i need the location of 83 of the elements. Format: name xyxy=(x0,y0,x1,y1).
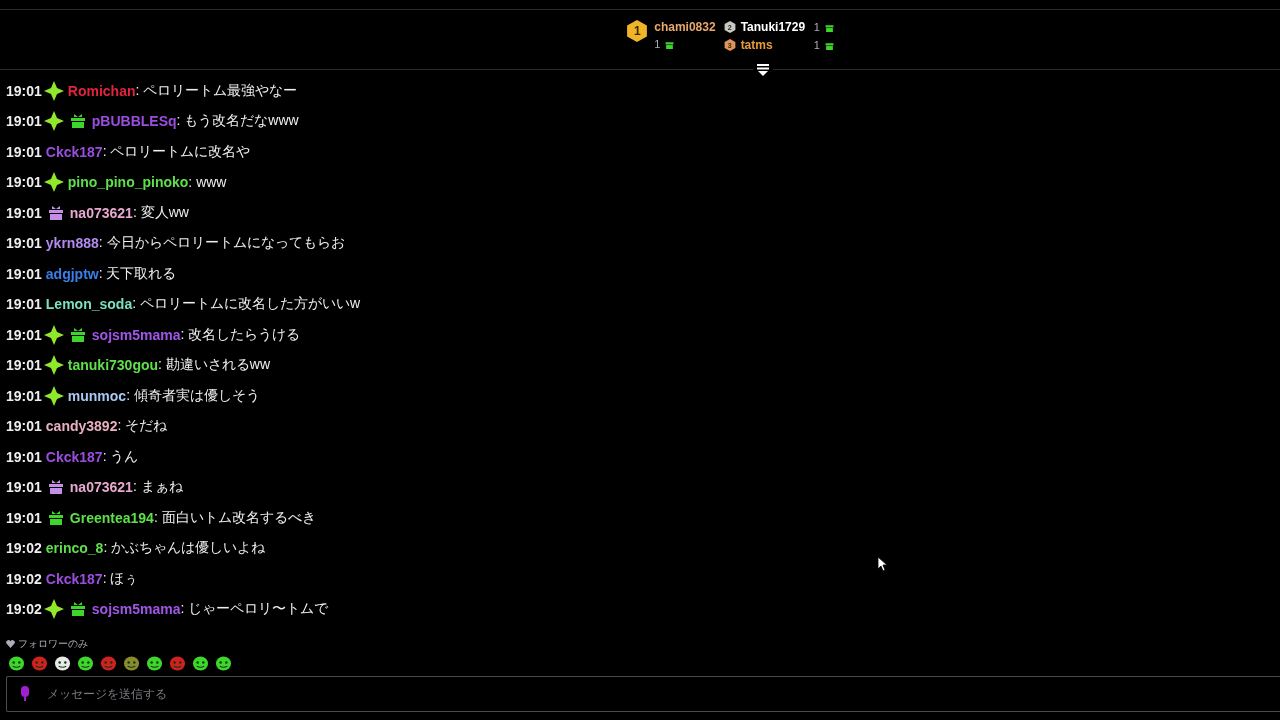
message-time: 19:01 xyxy=(6,204,42,221)
sparkle-badge-icon xyxy=(43,111,64,132)
sparkle-badge-icon xyxy=(43,385,64,406)
message-text: : ペロリートムに改名した方がいいw xyxy=(132,295,361,314)
message-text: : www xyxy=(188,174,227,191)
sparkle-badge-icon xyxy=(43,80,64,101)
username[interactable]: adgjptw xyxy=(45,265,99,282)
message-text: : 傾奇者実は優しそう xyxy=(126,386,260,405)
gift-count: 1 xyxy=(813,21,820,33)
message-time: 19:01 xyxy=(6,265,42,282)
leaderboard-name: Tanuki1729 xyxy=(740,20,807,34)
gift-count: 1 xyxy=(813,39,820,51)
username[interactable]: sojsm5mama xyxy=(91,601,181,618)
message-text: : うん xyxy=(102,447,139,466)
message-text: : 勘違いされるww xyxy=(158,356,271,375)
message-text: : 改名したらうける xyxy=(180,325,301,342)
username[interactable]: Greentea194 xyxy=(69,509,154,526)
gift-count: 1 xyxy=(654,38,661,50)
message-time: 19:01 xyxy=(6,326,42,343)
heart-icon xyxy=(6,640,15,648)
emote-icon[interactable] xyxy=(192,655,209,672)
message-time: 19:01 xyxy=(6,509,42,526)
gift-badge-icon xyxy=(69,601,86,618)
message-text: : ペロリートムに改名や xyxy=(102,142,251,161)
username[interactable]: Ckck187 xyxy=(45,448,103,465)
message-text: : 天下取れる xyxy=(98,264,177,281)
username[interactable]: Ckck187 xyxy=(45,143,103,160)
gift-icon xyxy=(824,40,834,50)
gift-icon xyxy=(665,39,675,49)
username[interactable]: ykrn888 xyxy=(45,235,99,252)
username[interactable]: na073621 xyxy=(69,479,133,496)
gift-badge-icon xyxy=(69,326,86,343)
gift-badge-icon xyxy=(69,113,86,130)
message-time: 19:01 xyxy=(6,357,42,374)
username[interactable]: Ckck187 xyxy=(45,570,103,587)
message-text: : まぁね xyxy=(132,478,183,497)
message-text: : もう改名だなwww xyxy=(176,112,299,131)
emote-icon[interactable] xyxy=(8,655,25,672)
leaderboard-name: chami0832 xyxy=(654,20,716,34)
message-time: 19:01 xyxy=(6,235,42,252)
emote-icon[interactable] xyxy=(146,655,163,672)
sparkle-badge-icon xyxy=(43,324,64,345)
username[interactable]: na073621 xyxy=(69,204,133,221)
gift-badge-icon xyxy=(47,204,64,221)
message-text: : ペロリートム最強やなー xyxy=(135,81,298,100)
emote-icon[interactable] xyxy=(77,655,94,672)
username[interactable]: tanuki730gou xyxy=(67,357,159,374)
message-text: : じゃーペロリ〜トムで xyxy=(180,600,329,619)
cursor-icon xyxy=(878,557,888,572)
gift-badge-icon xyxy=(47,479,64,496)
username[interactable]: pBUBBLESq xyxy=(91,113,177,130)
sparkle-badge-icon xyxy=(43,172,64,193)
message-time: 19:01 xyxy=(6,479,42,496)
message-text: : そだね xyxy=(117,417,168,436)
message-text: : かぶちゃんは優しいよね xyxy=(103,539,266,558)
message-time: 19:02 xyxy=(6,570,42,587)
emote-icon[interactable] xyxy=(215,655,232,672)
message-text: : ほぅ xyxy=(102,569,139,588)
sparkle-badge-icon xyxy=(43,355,64,376)
sparkle-badge-icon xyxy=(43,599,64,620)
message-time: 19:01 xyxy=(6,174,42,191)
rank-number: 1 xyxy=(633,24,641,38)
message-time: 19:01 xyxy=(6,387,42,404)
emote-icon[interactable] xyxy=(54,655,71,672)
message-text: : 今日からペロリートムになってもらお xyxy=(98,234,345,253)
microphone-icon[interactable] xyxy=(20,686,30,702)
message-time: 19:01 xyxy=(6,143,42,160)
message-time: 19:01 xyxy=(6,82,42,99)
message-time: 19:01 xyxy=(6,418,42,435)
message-input[interactable]: メッセージを送信する xyxy=(6,676,1280,712)
message-text: : 面白いトム改名するべき xyxy=(153,508,316,527)
message-time: 19:01 xyxy=(6,448,42,465)
username[interactable]: Romichan xyxy=(67,82,136,99)
username[interactable]: sojsm5mama xyxy=(91,326,181,343)
message-time: 19:02 xyxy=(6,601,42,618)
message-time: 19:01 xyxy=(6,113,42,130)
chat-mode-label: フォロワーのみ xyxy=(18,637,88,651)
message-time: 19:02 xyxy=(6,540,42,557)
message-time: 19:01 xyxy=(6,296,42,313)
gift-icon xyxy=(824,22,834,32)
leaderboard-name: tatms xyxy=(740,38,774,52)
message-text: : 変人ww xyxy=(132,203,189,222)
gift-badge-icon xyxy=(47,509,64,526)
